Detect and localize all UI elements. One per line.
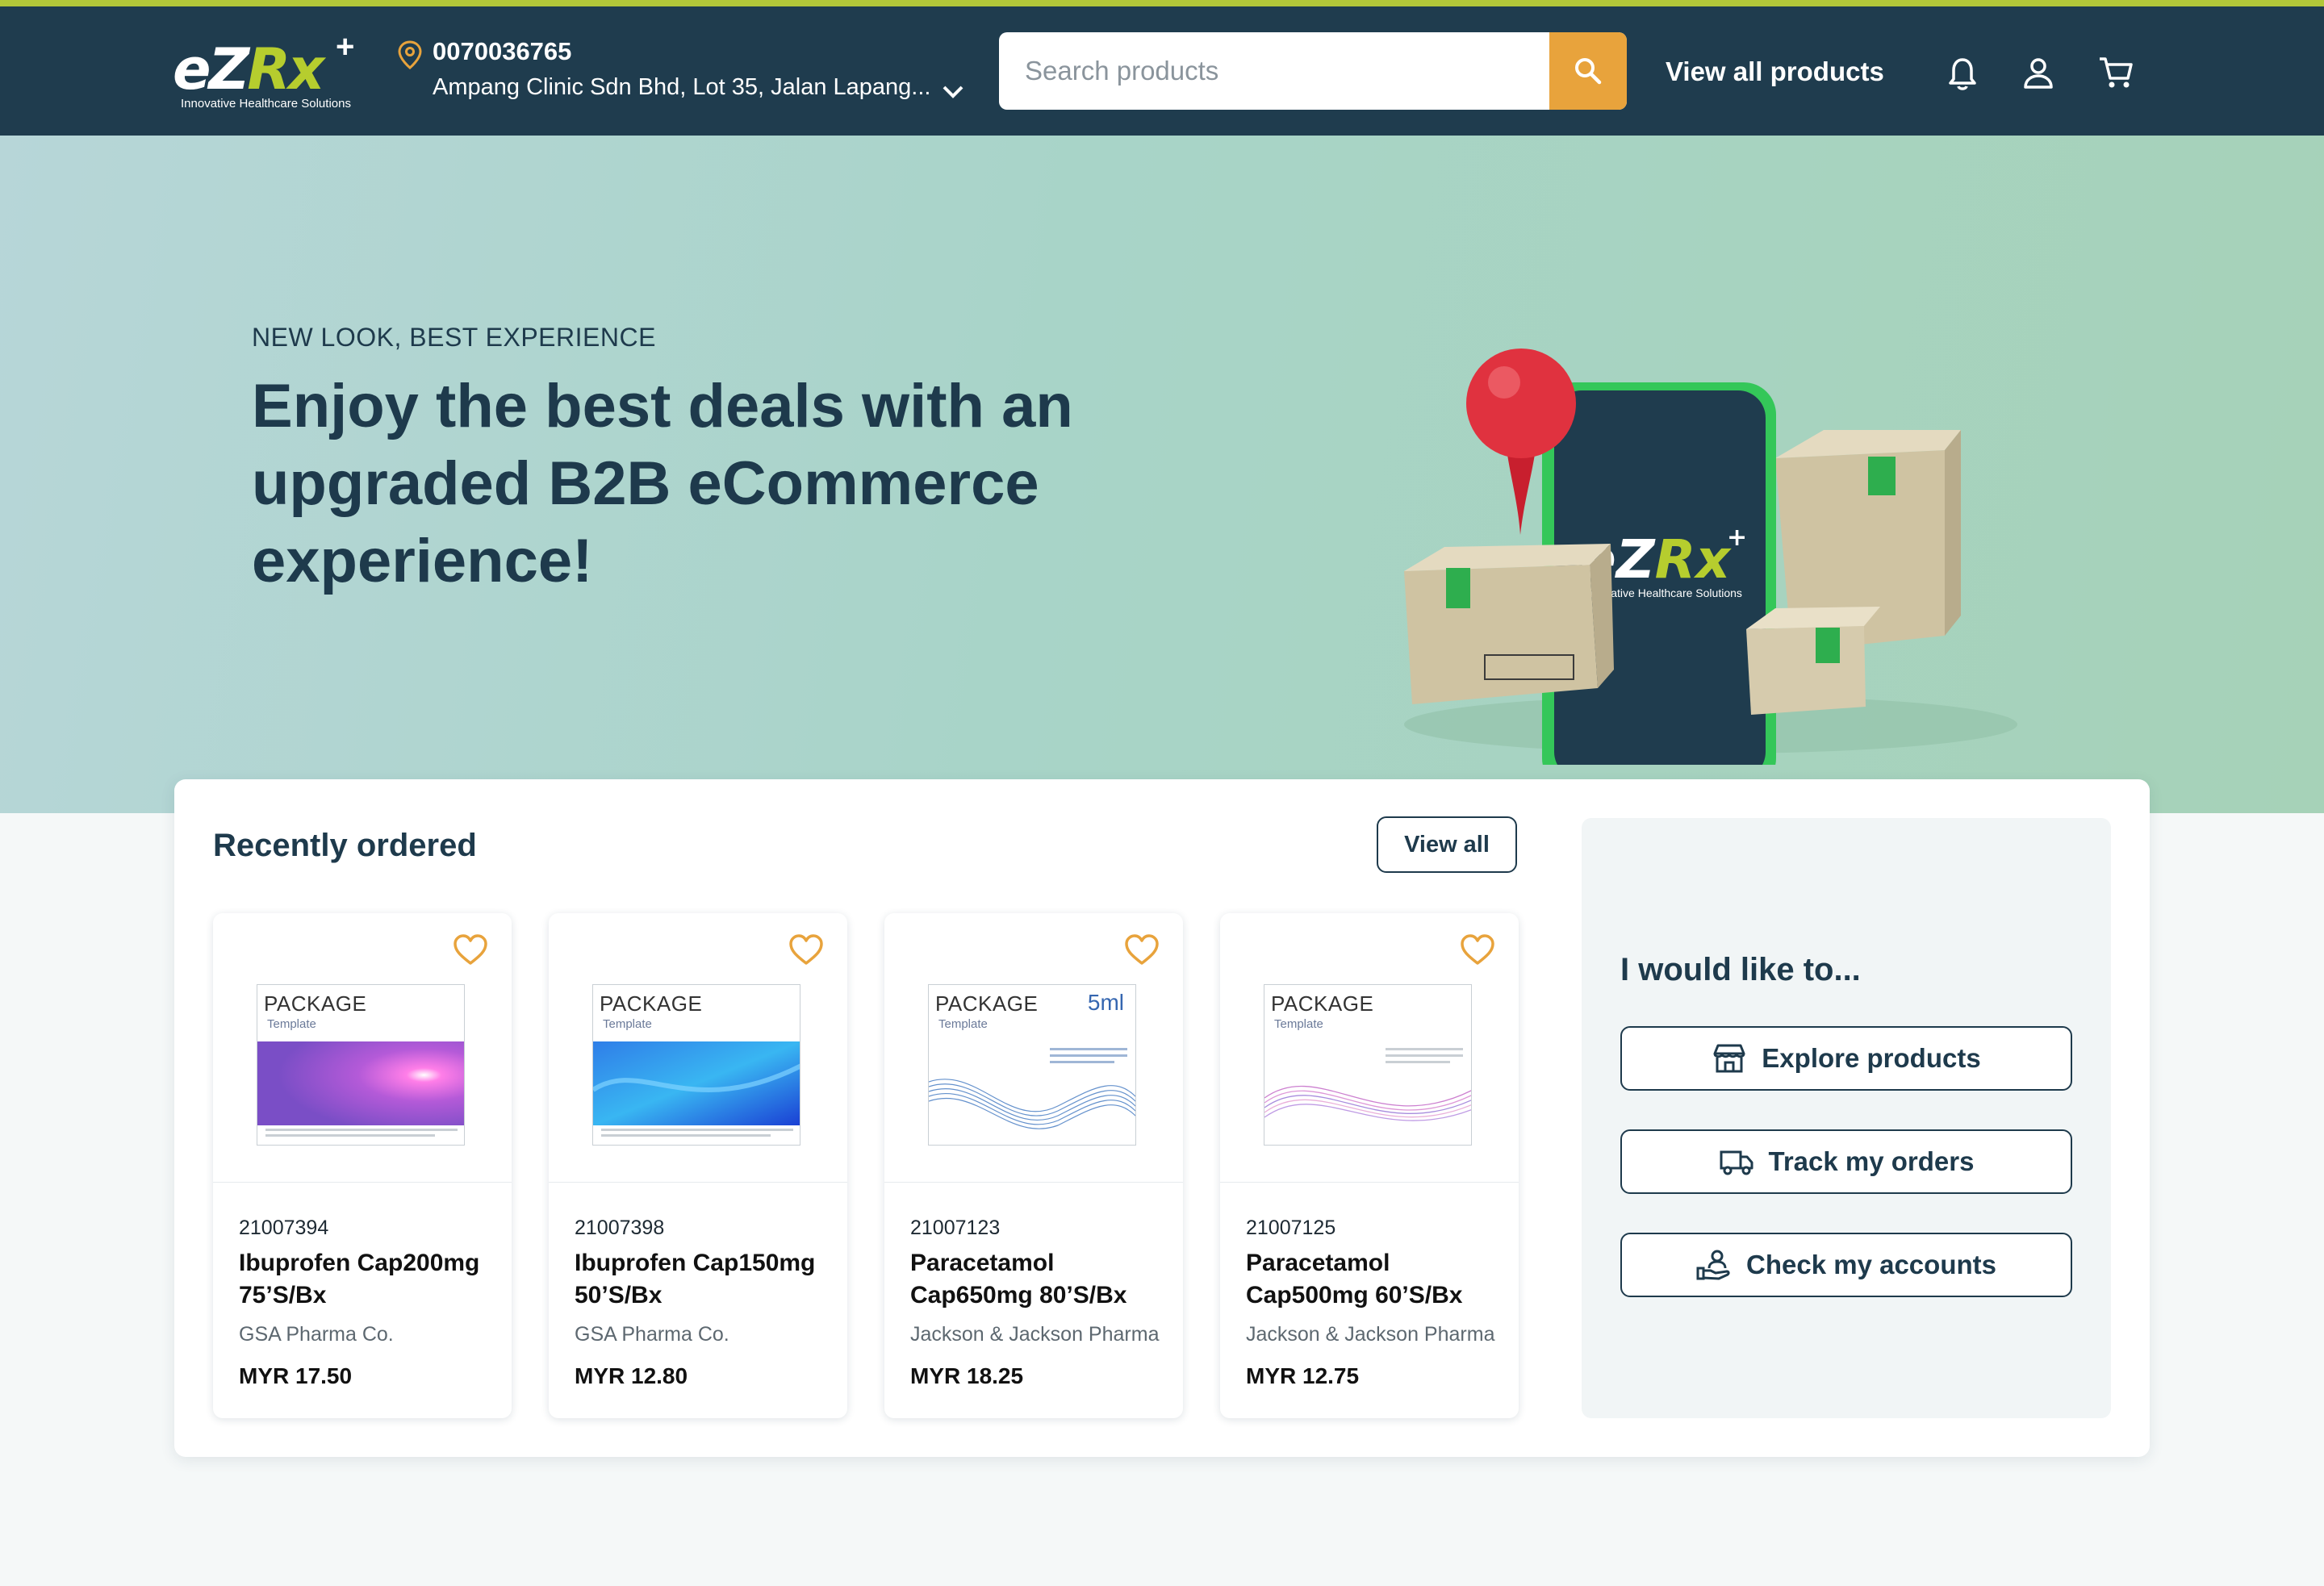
view-all-button[interactable]: View all (1377, 816, 1517, 873)
package-volume: 5ml (1087, 990, 1124, 1015)
product-name[interactable]: Ibuprofen Cap150mg 50’S/Bx (575, 1247, 833, 1312)
product-price: MYR 12.75 (1246, 1363, 1360, 1388)
track-orders-button[interactable]: Track my orders (1620, 1129, 2072, 1194)
heart-icon[interactable] (1123, 933, 1160, 966)
product-card[interactable]: PACKAGE Template 21007398 Ibuprofen Cap1… (549, 913, 847, 1418)
product-image-area: PACKAGE Template (549, 913, 847, 1183)
explore-products-button[interactable]: Explore products (1620, 1026, 2072, 1091)
product-name[interactable]: Paracetamol Cap650mg 80’S/Bx (910, 1247, 1168, 1312)
cart-icon[interactable] (2098, 55, 2134, 90)
search-bar (999, 32, 1627, 110)
product-manufacturer: GSA Pharma Co. (575, 1323, 729, 1346)
logo-wordmark: eZRx (173, 36, 324, 102)
heart-icon[interactable] (1459, 933, 1496, 966)
package-label: PACKAGE (264, 991, 367, 1016)
product-price: MYR 12.80 (575, 1363, 688, 1388)
package-artwork (593, 1041, 800, 1137)
check-accounts-label: Check my accounts (1746, 1250, 1996, 1279)
heart-icon[interactable] (788, 933, 825, 966)
product-name[interactable]: Ibuprofen Cap200mg 75’S/Bx (239, 1247, 497, 1312)
product-card[interactable]: PACKAGE Template 21007125 Paracetamol Ca… (1220, 913, 1519, 1418)
package-sublabel: Template (603, 1017, 652, 1031)
product-card[interactable]: PACKAGE Template 5ml 21007123 Paracetamo… (884, 913, 1183, 1418)
logo-plus: + (336, 29, 355, 65)
product-manufacturer: Jackson & Jackson Pharma (1246, 1323, 1495, 1346)
product-price: MYR 17.50 (239, 1363, 353, 1388)
hand-user-icon (1696, 1250, 1730, 1280)
search-icon (1575, 58, 1602, 85)
recently-ordered-card: Recently ordered View all PACKAGE Templa… (174, 779, 2150, 1457)
package-label: PACKAGE (1271, 991, 1374, 1016)
product-code: 21007394 (239, 1217, 329, 1239)
search-input[interactable] (999, 32, 1549, 110)
check-accounts-button[interactable]: Check my accounts (1620, 1233, 2072, 1297)
explore-products-label: Explore products (1762, 1043, 1981, 1073)
package-sublabel: Template (938, 1017, 988, 1031)
package-artwork (1264, 1048, 1471, 1121)
product-manufacturer: GSA Pharma Co. (239, 1323, 394, 1346)
chevron-down-icon[interactable] (941, 84, 965, 100)
hero-illustration: eZRx + Innovative Healthcare Solutions (1404, 349, 2017, 765)
hero-banner[interactable]: NEW LOOK, BEST EXPERIENCE Enjoy the best… (0, 136, 2324, 813)
product-code: 21007398 (575, 1217, 665, 1239)
hero-title: Enjoy the best deals with an upgraded B2… (252, 372, 1073, 595)
bell-icon[interactable] (1946, 56, 1979, 92)
view-all-products-link[interactable]: View all products (1666, 56, 1884, 87)
package-artwork (257, 1041, 464, 1137)
top-accent-bar (0, 0, 2324, 6)
heart-icon[interactable] (452, 933, 489, 966)
hero-eyebrow: NEW LOOK, BEST EXPERIENCE (252, 323, 656, 352)
product-name[interactable]: Paracetamol Cap500mg 60’S/Bx (1246, 1247, 1504, 1312)
product-code: 21007125 (1246, 1217, 1336, 1239)
package-label: PACKAGE (935, 991, 1039, 1016)
product-image-area: PACKAGE Template (213, 913, 512, 1183)
quick-actions-title: I would like to... (1620, 952, 1861, 987)
recently-ordered-title: Recently ordered (213, 828, 477, 863)
ezrx-logo[interactable]: eZRx + Innovative Healthcare Solutions (173, 29, 358, 115)
package-label: PACKAGE (600, 991, 703, 1016)
product-package-image: PACKAGE Template 5ml (928, 984, 1136, 1146)
location-pin-icon (398, 40, 422, 69)
product-package-image: PACKAGE Template (592, 984, 800, 1146)
product-code: 21007123 (910, 1217, 1001, 1239)
store-icon (1713, 1044, 1745, 1073)
search-button[interactable] (1549, 32, 1627, 110)
product-package-image: PACKAGE Template (1264, 984, 1472, 1146)
product-price: MYR 18.25 (910, 1363, 1024, 1388)
left-box-illustration (1404, 544, 1614, 704)
package-artwork (929, 1048, 1135, 1129)
product-image-area: PACKAGE Template 5ml (884, 913, 1183, 1183)
track-orders-label: Track my orders (1768, 1146, 1975, 1176)
svg-text:+: + (1727, 524, 1747, 552)
package-sublabel: Template (267, 1017, 316, 1031)
truck-icon (1720, 1150, 1753, 1175)
user-icon[interactable] (2022, 56, 2054, 90)
product-image-area: PACKAGE Template (1220, 913, 1519, 1183)
product-package-image: PACKAGE Template (257, 984, 465, 1146)
logo-tagline: Innovative Healthcare Solutions (181, 97, 351, 111)
top-navigation-bar: eZRx + Innovative Healthcare Solutions 0… (0, 6, 2324, 136)
delivery-address[interactable]: Ampang Clinic Sdn Bhd, Lot 35, Jalan Lap… (433, 74, 930, 101)
product-card[interactable]: PACKAGE Template 21007394 Ibuprofen Cap2… (213, 913, 512, 1418)
account-id[interactable]: 0070036765 (433, 37, 571, 66)
package-sublabel: Template (1274, 1017, 1323, 1031)
product-manufacturer: Jackson & Jackson Pharma (910, 1323, 1160, 1346)
quick-actions-panel: I would like to... Explore products Trac… (1582, 818, 2111, 1418)
small-box-illustration (1746, 607, 1880, 715)
